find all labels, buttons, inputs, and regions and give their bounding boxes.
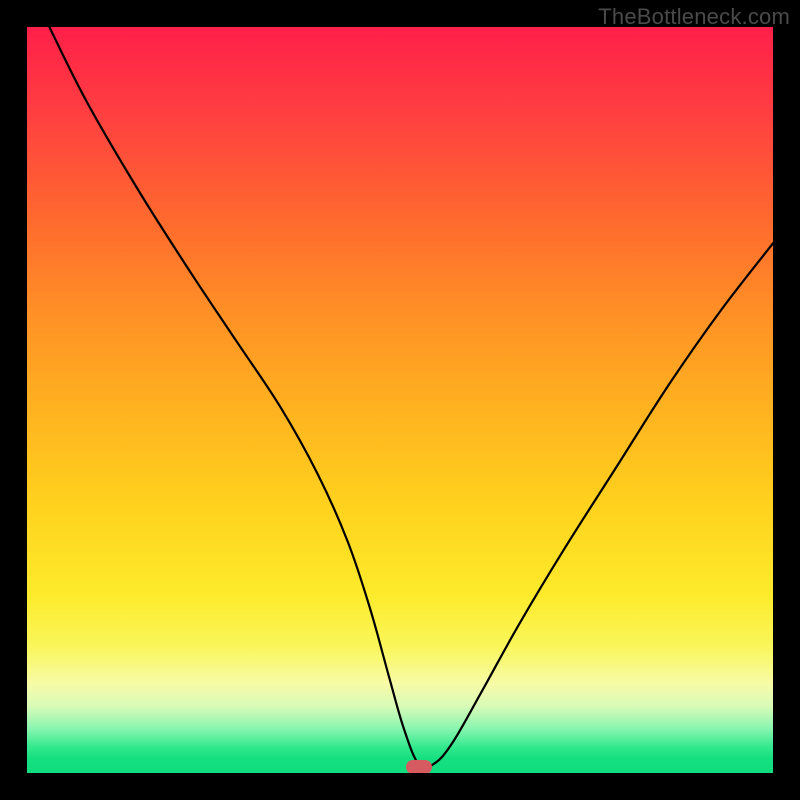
- optimal-point-marker: [406, 760, 432, 773]
- plot-area: [27, 27, 773, 773]
- watermark-text: TheBottleneck.com: [598, 4, 790, 30]
- bottleneck-curve: [27, 27, 773, 773]
- chart-frame: TheBottleneck.com: [0, 0, 800, 800]
- curve-path: [49, 27, 773, 768]
